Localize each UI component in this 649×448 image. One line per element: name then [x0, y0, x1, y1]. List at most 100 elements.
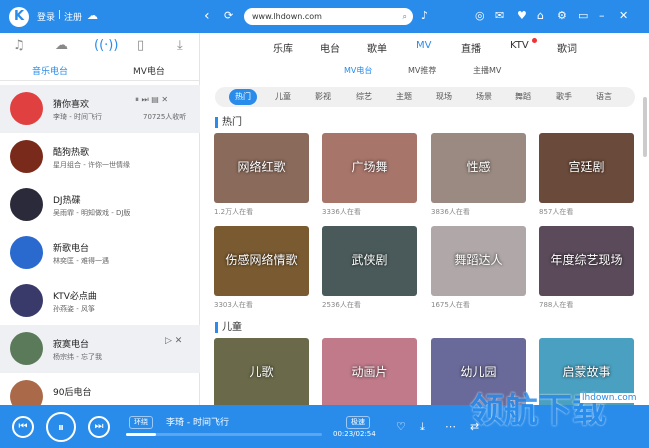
item-subtitle: 李琦 - 时间飞行: [53, 113, 102, 121]
music-icon[interactable]: ♫: [13, 38, 25, 53]
view-count: 788人在看: [539, 301, 574, 309]
url-bar[interactable]: www.lhdown.com ⌕: [244, 8, 413, 25]
subtab-mv-radio[interactable]: MV电台: [344, 65, 372, 76]
mv-card[interactable]: 性感: [431, 133, 526, 203]
cat-language[interactable]: 语言: [596, 91, 612, 102]
next-button[interactable]: ⏭: [88, 416, 110, 438]
shirt-icon[interactable]: ⌂: [537, 9, 544, 23]
list-item[interactable]: 90后电台: [0, 373, 200, 405]
list-item[interactable]: 寂寞电台 杨宗纬 - 忘了我 ▷ ✕: [0, 325, 200, 373]
pause-icon[interactable]: ⏸ ⏭ ▤ ✕: [135, 95, 168, 105]
settings-icon[interactable]: ⚙: [557, 9, 567, 23]
login-link[interactable]: 登录: [37, 10, 55, 23]
refresh-icon[interactable]: ⟳: [224, 9, 233, 23]
tab-playlist[interactable]: 歌单: [367, 40, 387, 55]
mv-card[interactable]: 儿歌: [214, 338, 309, 408]
tab-live[interactable]: 直播: [461, 40, 481, 55]
kugou-logo[interactable]: K: [9, 7, 29, 27]
main-panel: 乐库 电台 歌单 MV 直播 KTV 歌词 MV电台 MV推荐 主播MV 热门 …: [201, 33, 649, 408]
mv-card[interactable]: 武侠剧: [322, 226, 417, 296]
view-count: 2536人在看: [322, 301, 361, 309]
avatar: [10, 380, 43, 405]
mic-icon[interactable]: ♪: [421, 9, 428, 23]
avatar: [10, 140, 43, 173]
cat-variety[interactable]: 综艺: [356, 91, 372, 102]
subtab-mv-recommend[interactable]: MV推荐: [408, 65, 436, 76]
list-item[interactable]: 新歌电台 林奕匡 - 难得一遇: [0, 229, 200, 277]
top-bar: K 登录 | 注册 ☁ ‹ ⟳ www.lhdown.com ⌕ ♪ ◎ ✉ ♥ …: [0, 0, 649, 33]
progress-fill: [126, 433, 156, 436]
quality-tag[interactable]: 极速: [346, 416, 370, 429]
register-link[interactable]: 注册: [64, 10, 82, 23]
left-icon-bar: ♫ ☁ ((·)) ▯ ⤓: [0, 33, 199, 59]
radio-icon[interactable]: ((·)): [94, 38, 118, 53]
cat-dance[interactable]: 舞蹈: [515, 91, 531, 102]
view-count: 857人在看: [539, 208, 574, 216]
mv-card[interactable]: 舞蹈达人: [431, 226, 526, 296]
mv-card[interactable]: 宫廷剧: [539, 133, 634, 203]
message-icon[interactable]: ✉: [495, 9, 504, 23]
subtab-host-mv[interactable]: 主播MV: [473, 65, 501, 76]
progress-bar[interactable]: [126, 433, 322, 436]
item-subtitle: 杨宗纬 - 忘了我: [53, 353, 102, 361]
download-icon[interactable]: ⤓: [420, 420, 425, 434]
category-bar: 热门 儿童 影视 综艺 主题 现场 场景 舞蹈 歌手 语言: [215, 87, 635, 107]
cat-live[interactable]: 现场: [436, 91, 452, 102]
game-icon[interactable]: ◎: [475, 9, 485, 23]
sound-mode-tag[interactable]: 环绕: [129, 416, 153, 429]
card-title: 性感: [466, 160, 491, 174]
time-readout: 00:23/02:54: [333, 430, 376, 438]
view-count: 1675人在看: [431, 301, 470, 309]
cat-singer[interactable]: 歌手: [556, 91, 572, 102]
tab-mv-radio[interactable]: MV电台: [133, 64, 165, 77]
card-title: 武侠剧: [351, 253, 388, 267]
mv-card[interactable]: 伤感网络情歌: [214, 226, 309, 296]
cat-scene[interactable]: 场景: [476, 91, 492, 102]
more-icon[interactable]: ⋯: [445, 420, 456, 433]
list-item[interactable]: 酷狗热歌 星月组合 - 许你一世情缘: [0, 133, 200, 181]
prev-button[interactable]: ⏮: [12, 416, 34, 438]
tab-library[interactable]: 乐库: [273, 40, 293, 55]
mv-card[interactable]: 广场舞: [322, 133, 417, 203]
card-title: 广场舞: [351, 160, 388, 174]
avatar: [10, 92, 43, 125]
cloud-icon[interactable]: ☁: [55, 38, 68, 53]
tab-ktv[interactable]: KTV: [510, 40, 529, 51]
mv-card[interactable]: 动画片: [322, 338, 417, 408]
list-item[interactable]: KTV必点曲 孙燕姿 - 风筝: [0, 277, 200, 325]
back-icon[interactable]: ‹: [204, 9, 210, 23]
cat-kids[interactable]: 儿童: [275, 91, 291, 102]
item-title: 新歌电台: [53, 244, 90, 254]
section-title: 热门: [215, 117, 242, 128]
favorite-icon[interactable]: ♡: [396, 420, 406, 433]
close-icon[interactable]: ✕: [619, 9, 628, 23]
scrollbar[interactable]: [643, 97, 647, 157]
phone-icon[interactable]: ▯: [137, 38, 144, 53]
skin-icon[interactable]: ♥: [517, 9, 527, 23]
mini-mode-icon[interactable]: ▭: [578, 9, 588, 23]
left-panel: ♫ ☁ ((·)) ▯ ⤓ 音乐电台 MV电台 猜你喜欢 李琦 - 时间飞行 ⏸…: [0, 33, 200, 405]
cat-film[interactable]: 影视: [315, 91, 331, 102]
card-title: 舞蹈达人: [454, 253, 503, 267]
mv-card[interactable]: 网络红歌: [214, 133, 309, 203]
list-item[interactable]: 猜你喜欢 李琦 - 时间飞行 ⏸ ⏭ ▤ ✕ 70725人收听: [0, 85, 200, 133]
list-item[interactable]: DJ热碟 吴雨霏 - 明知做戏 - DJ版: [0, 181, 200, 229]
download-icon[interactable]: ⤓: [177, 38, 183, 53]
item-title: KTV必点曲: [53, 292, 97, 302]
view-count: 3336人在看: [322, 208, 361, 216]
tab-mv[interactable]: MV: [416, 40, 431, 51]
cloud-icon[interactable]: ☁: [87, 9, 98, 23]
pause-button[interactable]: ⏸: [46, 412, 76, 442]
search-icon[interactable]: ⌕: [403, 8, 407, 25]
tab-music-radio[interactable]: 音乐电台: [32, 64, 68, 77]
tab-lyrics[interactable]: 歌词: [557, 40, 577, 55]
item-subtitle: 星月组合 - 许你一世情缘: [53, 161, 130, 169]
mv-card[interactable]: 年度综艺现场: [539, 226, 634, 296]
cat-theme[interactable]: 主题: [396, 91, 412, 102]
minimize-icon[interactable]: –: [599, 9, 605, 23]
view-count: 3303人在看: [214, 301, 253, 309]
cat-hot[interactable]: 热门: [229, 89, 257, 105]
item-subtitle: 孙燕姿 - 风筝: [53, 305, 95, 313]
play-close-icon[interactable]: ▷ ✕: [165, 336, 182, 346]
tab-radio[interactable]: 电台: [320, 40, 340, 55]
